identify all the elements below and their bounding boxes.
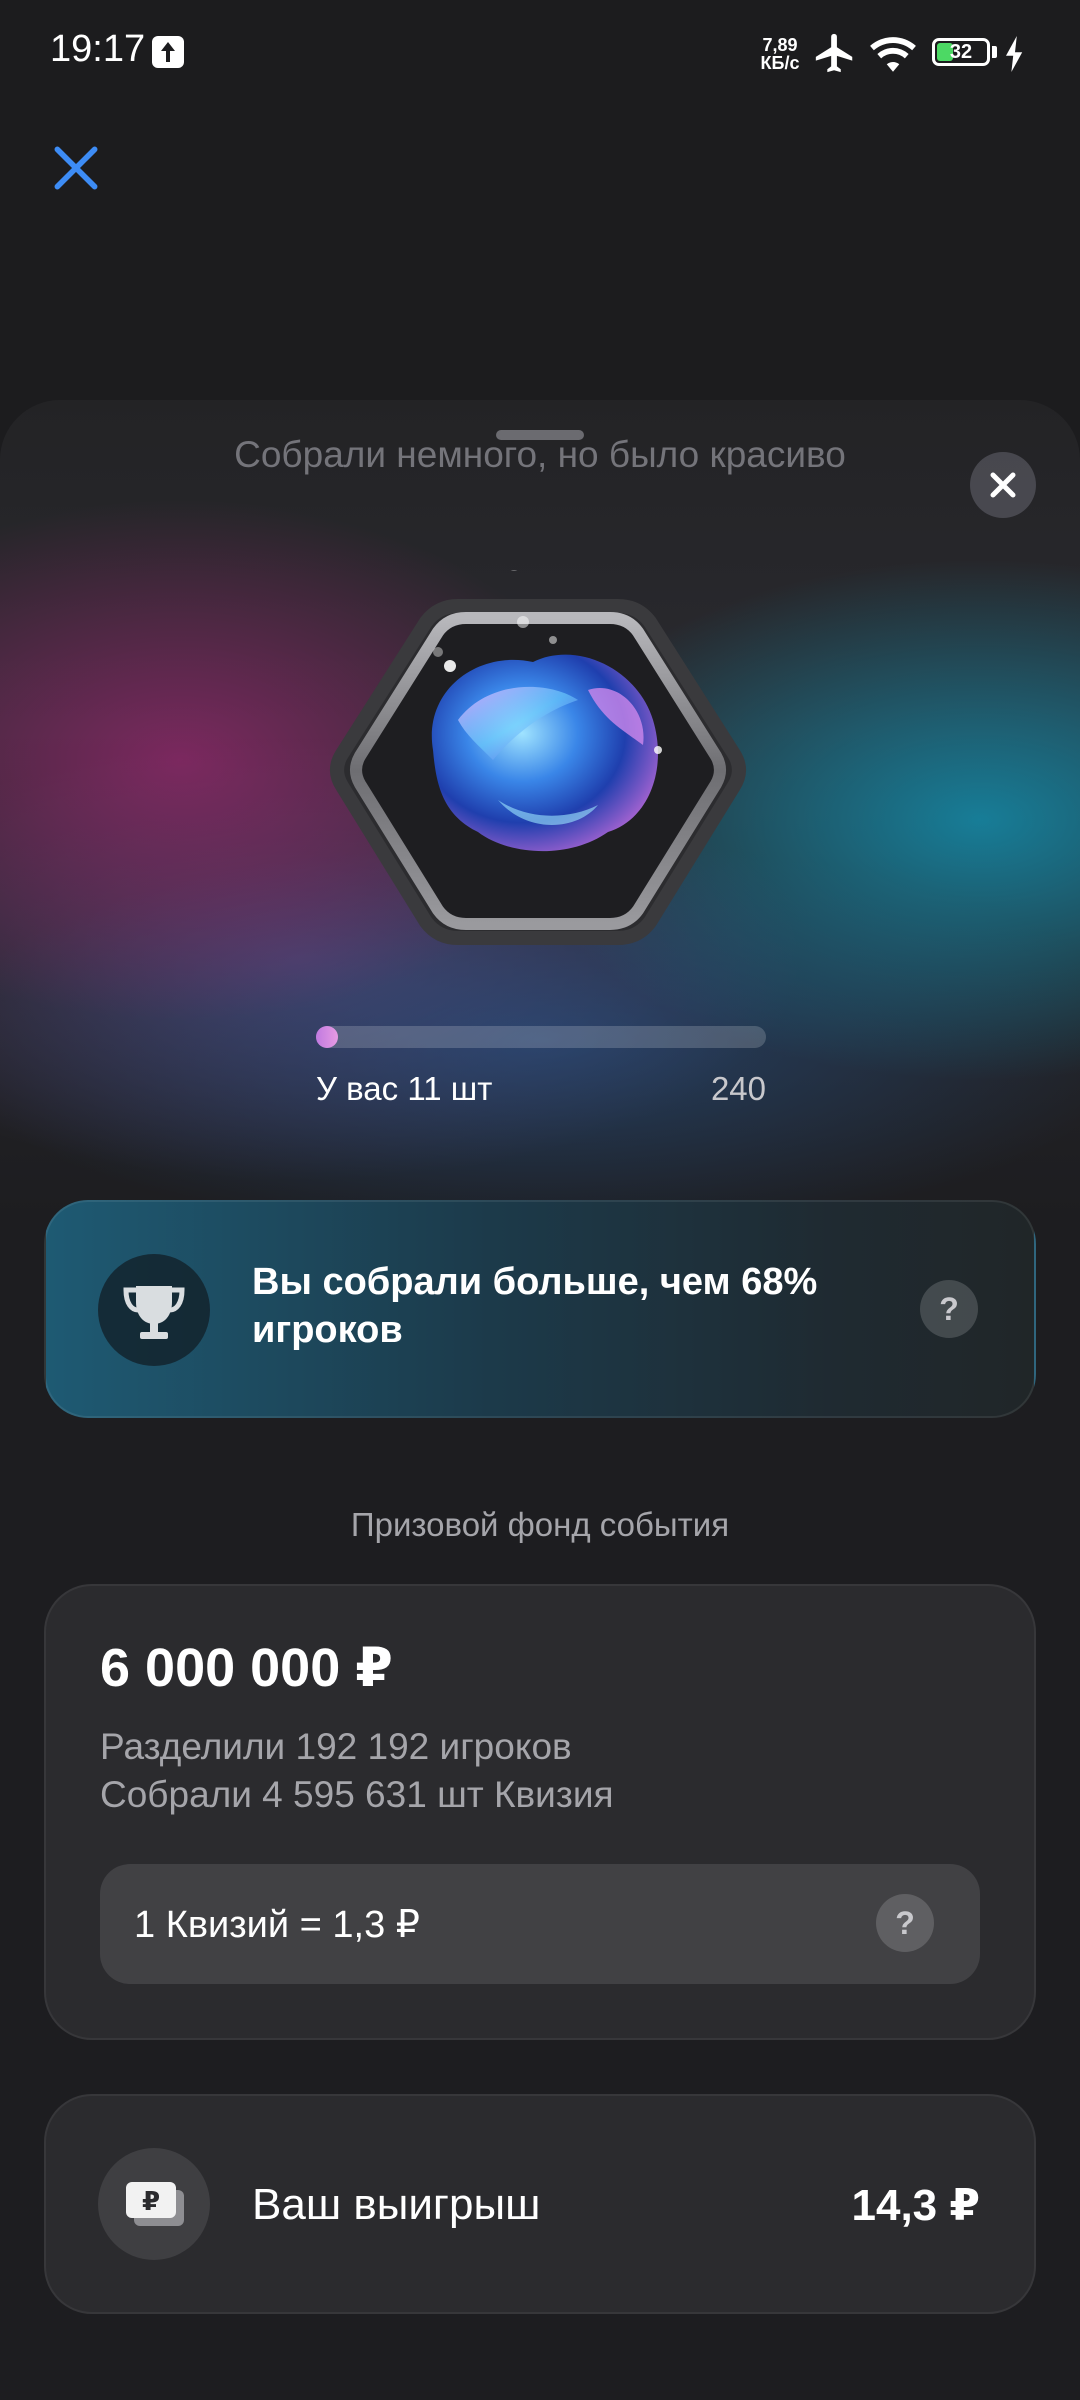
collected-count: У вас 11 шт bbox=[316, 1070, 493, 1107]
network-speed: 7,89 КБ/с bbox=[755, 36, 805, 72]
prize-fund-caption: Призовой фонд события bbox=[350, 1506, 730, 1543]
status-time: 19:17 bbox=[50, 28, 146, 70]
rank-help-button[interactable]: ? bbox=[920, 1280, 978, 1338]
players-count-line: Разделили 192 192 игроков bbox=[100, 1726, 572, 1767]
collection-goal: 240 bbox=[710, 1070, 766, 1107]
status-bar: 19:17 7,89 КБ/с 32 bbox=[0, 0, 1080, 110]
wifi-icon bbox=[870, 37, 916, 72]
close-icon bbox=[990, 472, 1016, 498]
charging-icon bbox=[1006, 36, 1023, 72]
close-icon[interactable] bbox=[48, 140, 104, 196]
rate-help-button[interactable]: ? bbox=[876, 1894, 934, 1952]
collected-total-line: Собрали 4 595 631 шт Квизия bbox=[100, 1774, 614, 1815]
airplane-icon bbox=[815, 33, 853, 73]
bottom-sheet: Собрали немного, но было красиво У вас 1… bbox=[0, 400, 1080, 2400]
item-badge bbox=[330, 570, 746, 945]
collection-progress-track bbox=[316, 1026, 766, 1048]
exchange-rate-text: 1 Квизий = 1,3 ₽ bbox=[134, 1904, 420, 1946]
battery-level: 32 bbox=[949, 41, 973, 63]
sheet-title: Собрали немного, но было красиво bbox=[234, 434, 846, 475]
trophy-icon bbox=[98, 1254, 210, 1366]
winnings-label: Ваш выигрыш bbox=[252, 2180, 541, 2229]
battery-tip bbox=[992, 46, 997, 58]
upload-icon bbox=[152, 36, 184, 68]
rank-text: Вы собрали больше, чем 68% игроков bbox=[252, 1261, 818, 1351]
prize-fund-amount: 6 000 000 ₽ bbox=[100, 1638, 393, 1698]
network-speed-unit: КБ/с bbox=[760, 53, 800, 73]
sheet-close-button[interactable] bbox=[970, 452, 1036, 518]
ruble-glyph: ₽ bbox=[142, 2187, 160, 2217]
winnings-value: 14,3 ₽ bbox=[851, 2181, 980, 2230]
battery-icon: 32 bbox=[932, 38, 990, 66]
network-speed-value: 7,89 bbox=[762, 35, 798, 55]
collection-progress-fill bbox=[316, 1026, 338, 1048]
ruble-wallet-icon: ₽ bbox=[98, 2148, 210, 2260]
